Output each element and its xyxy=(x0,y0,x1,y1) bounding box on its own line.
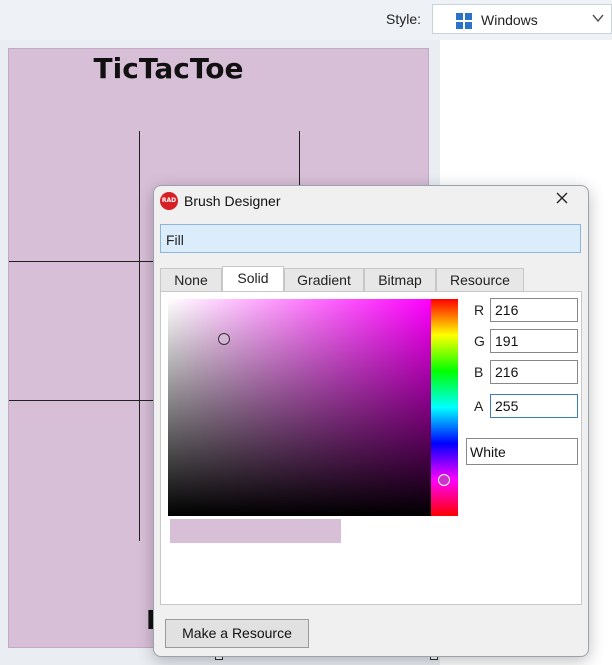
rad-logo-icon: RAD xyxy=(160,192,178,210)
grid-vertical-line-1 xyxy=(139,131,140,541)
tab-gradient[interactable]: Gradient xyxy=(284,268,364,292)
property-name-field[interactable]: Fill xyxy=(160,224,581,253)
grid-vertical-line-2 xyxy=(299,131,300,191)
red-input[interactable]: 216 xyxy=(490,298,578,322)
green-input[interactable]: 191 xyxy=(490,329,578,353)
blue-label: B xyxy=(474,364,484,380)
style-dropdown[interactable]: Windows xyxy=(432,4,612,34)
sv-picker-handle[interactable] xyxy=(218,333,230,345)
grid-horizontal-line-2 xyxy=(9,400,154,401)
style-label: Style: xyxy=(386,11,422,27)
board-title: TicTacToe xyxy=(93,52,244,85)
grid-horizontal-line-1 xyxy=(9,261,154,262)
tab-none[interactable]: None xyxy=(160,268,222,292)
color-preview-swatch xyxy=(170,519,341,543)
green-label: G xyxy=(474,333,485,349)
tab-bitmap[interactable]: Bitmap xyxy=(364,268,436,292)
saturation-value-picker[interactable] xyxy=(168,299,431,516)
style-dropdown-value: Windows xyxy=(481,12,538,28)
brush-designer-dialog: RAD Brush Designer Fill None Solid Gradi… xyxy=(153,185,589,657)
tab-resource[interactable]: Resource xyxy=(436,268,524,292)
solid-brush-panel: R 216 G 191 B 216 A 255 White xyxy=(160,291,582,605)
chevron-down-icon xyxy=(591,11,605,28)
color-name-input[interactable]: White xyxy=(466,438,578,465)
blue-input[interactable]: 216 xyxy=(490,360,578,384)
windows-icon xyxy=(456,13,472,29)
red-label: R xyxy=(474,302,485,318)
make-resource-button[interactable]: Make a Resource xyxy=(165,619,309,648)
dialog-title: Brush Designer xyxy=(184,193,281,209)
hue-slider-handle[interactable] xyxy=(438,474,450,486)
tab-solid[interactable]: Solid xyxy=(222,266,284,292)
close-icon[interactable] xyxy=(554,190,570,211)
alpha-label: A xyxy=(474,398,484,414)
alpha-input[interactable]: 255 xyxy=(490,394,578,418)
